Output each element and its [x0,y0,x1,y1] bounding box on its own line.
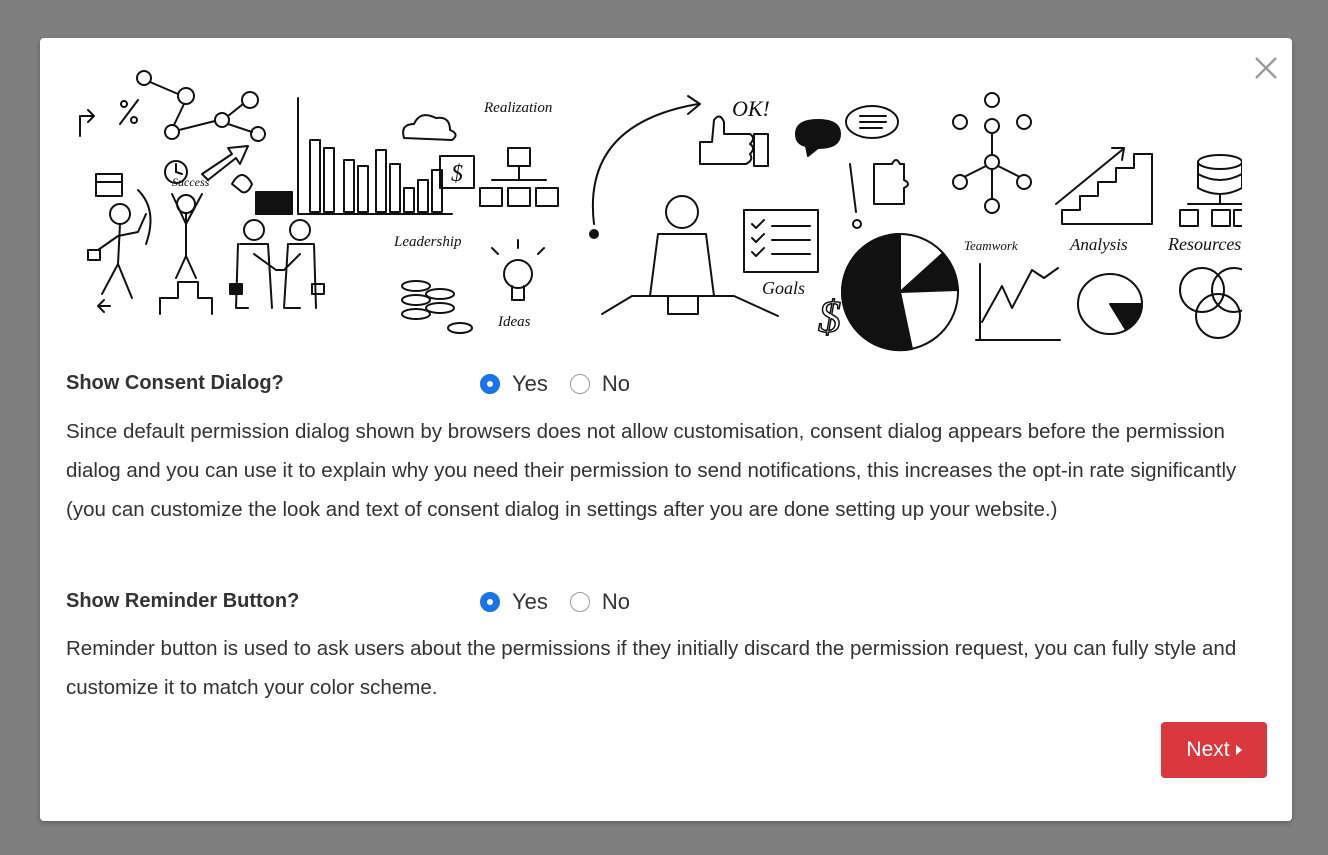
modal-dialog: $ $ Success Leadership Ideas Realization… [40,38,1292,821]
svg-text:$: $ [818,291,841,342]
banner-label-resources: Resources [1167,234,1241,254]
banner-label-ok: OK! [732,96,770,121]
banner-label-realization: Realization [483,100,552,116]
banner-label-success: Success [172,175,210,189]
banner-label-analysis: Analysis [1069,235,1128,254]
consent-no-label[interactable]: No [602,371,630,397]
banner-label-leadership: Leadership [393,234,462,250]
consent-description: Since default permission dialog shown by… [66,420,1237,521]
reminder-button-title: Show Reminder Button? [66,590,300,612]
reminder-description: Reminder button is used to ask users abo… [66,637,1237,699]
reminder-yes-radio[interactable] [480,592,500,612]
consent-radio-group: Yes No [480,371,652,397]
caret-right-icon [1235,745,1242,755]
svg-text:$: $ [451,161,463,187]
reminder-no-radio[interactable] [569,592,590,612]
next-button[interactable]: Next [1161,722,1267,778]
consent-yes-label[interactable]: Yes [512,371,548,397]
banner-label-goals: Goals [762,278,805,298]
next-button-label: Next [1186,738,1230,761]
banner-label-teamwork: Teamwork [964,238,1018,253]
business-sketch-banner: $ $ Success Leadership Ideas Realization… [79,70,1242,352]
consent-dialog-title: Show Consent Dialog? [66,372,284,394]
reminder-no-label[interactable]: No [602,589,630,615]
consent-no-radio[interactable] [569,374,590,394]
consent-yes-radio[interactable] [480,374,500,394]
reminder-yes-label[interactable]: Yes [512,589,548,615]
banner-label-ideas: Ideas [497,314,531,330]
reminder-radio-group: Yes No [480,589,652,615]
close-icon[interactable] [1252,54,1280,82]
